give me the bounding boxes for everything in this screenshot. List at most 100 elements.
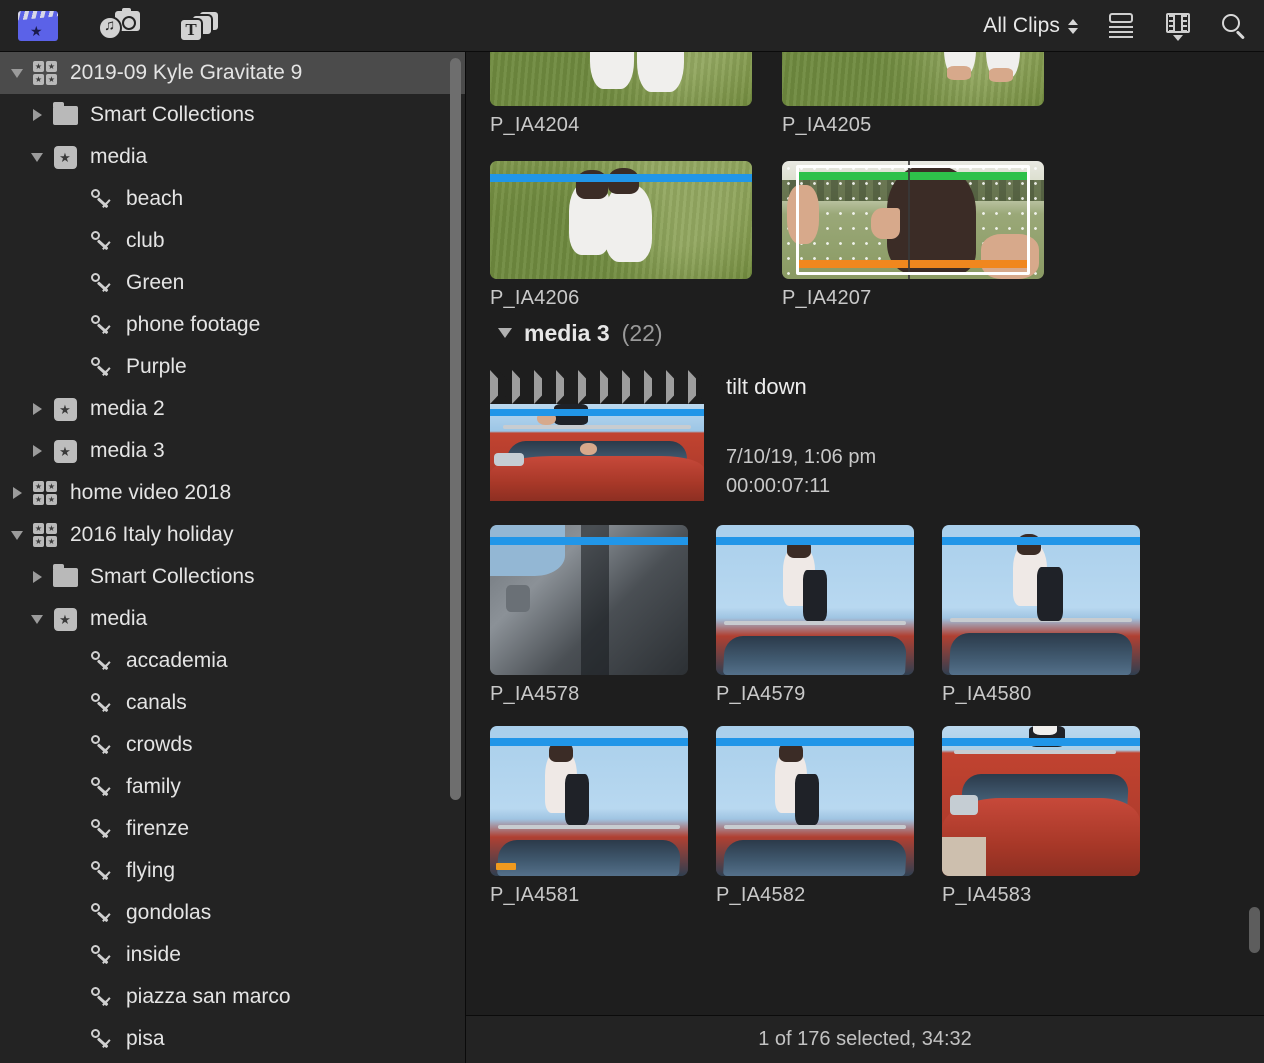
- sidebar-item-2016-italy-holiday[interactable]: ★ ★ ★ ★ 2016 Italy holiday: [0, 514, 465, 556]
- library-icon: ★ ★ ★ ★: [33, 523, 57, 547]
- sidebar-item-label: 2019-09 Kyle Gravitate 9: [70, 61, 303, 84]
- sidebar-item-label: 2016 Italy holiday: [70, 523, 234, 546]
- keyword-icon: [84, 776, 118, 798]
- favorite-bar: [490, 409, 704, 416]
- sidebar-item-2019-09-kyle-gravitate-9[interactable]: ★ ★ ★ ★ 2019-09 Kyle Gravitate 9: [0, 52, 465, 94]
- toolbar-left-group: ★ T: [0, 7, 220, 42]
- sidebar-item-crowds[interactable]: crowds: [0, 724, 465, 766]
- clip-item[interactable]: P_IA4580: [942, 525, 1140, 706]
- filmstrip-area[interactable]: P_IA4204 P_IA4205 P_IA4206 P_IA4207 medi…: [466, 52, 1264, 1015]
- sidebar-scrollbar[interactable]: [450, 58, 461, 800]
- sidebar-item-phone-footage[interactable]: phone footage: [0, 304, 465, 346]
- disclosure-triangle-closed[interactable]: [26, 571, 48, 583]
- clip-item[interactable]: P_IA4206: [490, 161, 752, 310]
- keyword-icon: [84, 650, 118, 672]
- keyword-icon: [84, 188, 118, 210]
- disclosure-triangle-closed[interactable]: [26, 403, 48, 415]
- sidebar-item-label: inside: [126, 943, 181, 966]
- clip-item[interactable]: P_IA4579: [716, 525, 914, 706]
- sidebar-item-beach[interactable]: beach: [0, 178, 465, 220]
- clip-item[interactable]: P_IA4204: [490, 52, 752, 137]
- sidebar-item-green[interactable]: Green: [0, 262, 465, 304]
- sidebar-item-media-2[interactable]: ★ media 2: [0, 388, 465, 430]
- marker-bar: [796, 260, 1030, 268]
- sidebar-item-family[interactable]: family: [0, 766, 465, 808]
- event-icon: ★: [48, 439, 82, 463]
- sidebar-item-media[interactable]: ★ media: [0, 598, 465, 640]
- search-icon[interactable]: [1220, 12, 1248, 40]
- clip-name: P_IA4205: [782, 114, 872, 136]
- sidebar-item-firenze[interactable]: firenze: [0, 808, 465, 850]
- sidebar-item-media[interactable]: ★ media: [0, 136, 465, 178]
- photos-audio-icon[interactable]: [96, 7, 140, 42]
- group-disclosure-triangle[interactable]: [498, 328, 512, 338]
- sidebar-item-label: flying: [126, 859, 176, 882]
- clip-row-grid-1: P_IA4578 P_IA4579 P_IA4580: [490, 525, 1240, 706]
- filmstrip-view-icon[interactable]: [1164, 12, 1192, 41]
- featured-clip-date: 7/10/19, 1:06 pm: [726, 446, 877, 468]
- folder-icon: [48, 563, 82, 587]
- sidebar-item-gondolas[interactable]: gondolas: [0, 892, 465, 934]
- favorite-bar: [490, 537, 688, 545]
- retime-chevrons-icon: [490, 370, 704, 404]
- clip-item[interactable]: P_IA4205: [782, 52, 1044, 137]
- disclosure-triangle-closed[interactable]: [6, 487, 28, 499]
- disclosure-triangle-open[interactable]: [26, 152, 48, 162]
- keyword-icon: [84, 902, 118, 924]
- disclosure-triangle-closed[interactable]: [26, 109, 48, 121]
- featured-clip-duration: 00:00:07:11: [726, 475, 831, 497]
- sidebar-item-label: Purple: [126, 355, 187, 378]
- sidebar-item-canals[interactable]: canals: [0, 682, 465, 724]
- sidebar-item-label: media: [90, 607, 148, 630]
- sidebar-item-label: canals: [126, 691, 187, 714]
- main-split: ★ ★ ★ ★ 2019-09 Kyle Gravitate 9 Smart Collec…: [0, 52, 1264, 1063]
- clip-name: P_IA4580: [942, 683, 1032, 705]
- event-icon: ★: [48, 607, 82, 631]
- keyword-icon: [84, 230, 118, 252]
- sidebar-item-piazza-san-marco[interactable]: piazza san marco: [0, 976, 465, 1018]
- group-header[interactable]: media 3 (22): [490, 310, 1240, 356]
- clip-item[interactable]: P_IA4578: [490, 525, 688, 706]
- selection-status: 1 of 176 selected, 34:32: [758, 1028, 972, 1050]
- titles-generators-icon[interactable]: T: [178, 9, 220, 42]
- libraries-icon[interactable]: ★: [18, 10, 58, 41]
- sidebar-item-club[interactable]: club: [0, 220, 465, 262]
- clip-item-selected[interactable]: P_IA4207: [782, 161, 1044, 310]
- clip-filter-selector[interactable]: All Clips: [983, 14, 1078, 38]
- sidebar-item-smart-collections[interactable]: Smart Collections: [0, 556, 465, 598]
- clip-filter-label: All Clips: [983, 14, 1060, 37]
- disclosure-triangle-open[interactable]: [26, 614, 48, 624]
- sidebar-item-flying[interactable]: flying: [0, 850, 465, 892]
- sidebar-item-inside[interactable]: inside: [0, 934, 465, 976]
- clip-item[interactable]: P_IA4583: [942, 726, 1140, 907]
- sidebar-item-media-3[interactable]: ★ media 3: [0, 430, 465, 472]
- favorite-bar: [942, 537, 1140, 545]
- disclosure-triangle-closed[interactable]: [26, 445, 48, 457]
- clip-item[interactable]: P_IA4582: [716, 726, 914, 907]
- featured-clip-thumbnail[interactable]: [490, 404, 704, 501]
- featured-clip[interactable]: tilt down 7/10/19, 1:06 pm 00:00:07:11: [490, 370, 1240, 501]
- keyword-icon: [84, 692, 118, 714]
- clip-name: P_IA4206: [490, 287, 580, 309]
- sidebar-item-purple[interactable]: Purple: [0, 346, 465, 388]
- list-view-icon[interactable]: [1106, 13, 1136, 39]
- sidebar-item-smart-collections[interactable]: Smart Collections: [0, 94, 465, 136]
- clip-item[interactable]: P_IA4581: [490, 726, 688, 907]
- keyword-icon: [84, 986, 118, 1008]
- status-bar: 1 of 176 selected, 34:32: [466, 1015, 1264, 1063]
- event-icon: ★: [48, 397, 82, 421]
- sidebar-item-home-video-2018[interactable]: ★ ★ ★ ★ home video 2018: [0, 472, 465, 514]
- sidebar-item-pisa[interactable]: pisa: [0, 1018, 465, 1060]
- browser-scrollbar-thumb[interactable]: [1249, 907, 1260, 953]
- keyword-icon: [84, 860, 118, 882]
- toolbar: ★ T All Clips: [0, 0, 1264, 52]
- disclosure-triangle-open[interactable]: [6, 530, 28, 540]
- disclosure-triangle-open[interactable]: [6, 68, 28, 78]
- clip-name: P_IA4582: [716, 884, 806, 906]
- sidebar-scrollbar-thumb[interactable]: [450, 58, 461, 800]
- playhead: [907, 161, 910, 279]
- library-tree: ★ ★ ★ ★ 2019-09 Kyle Gravitate 9 Smart Collec…: [0, 52, 465, 1060]
- sidebar-item-accademia[interactable]: accademia: [0, 640, 465, 682]
- sidebar-item-label: pisa: [126, 1027, 165, 1050]
- browser-scrollbar[interactable]: [1248, 52, 1260, 1015]
